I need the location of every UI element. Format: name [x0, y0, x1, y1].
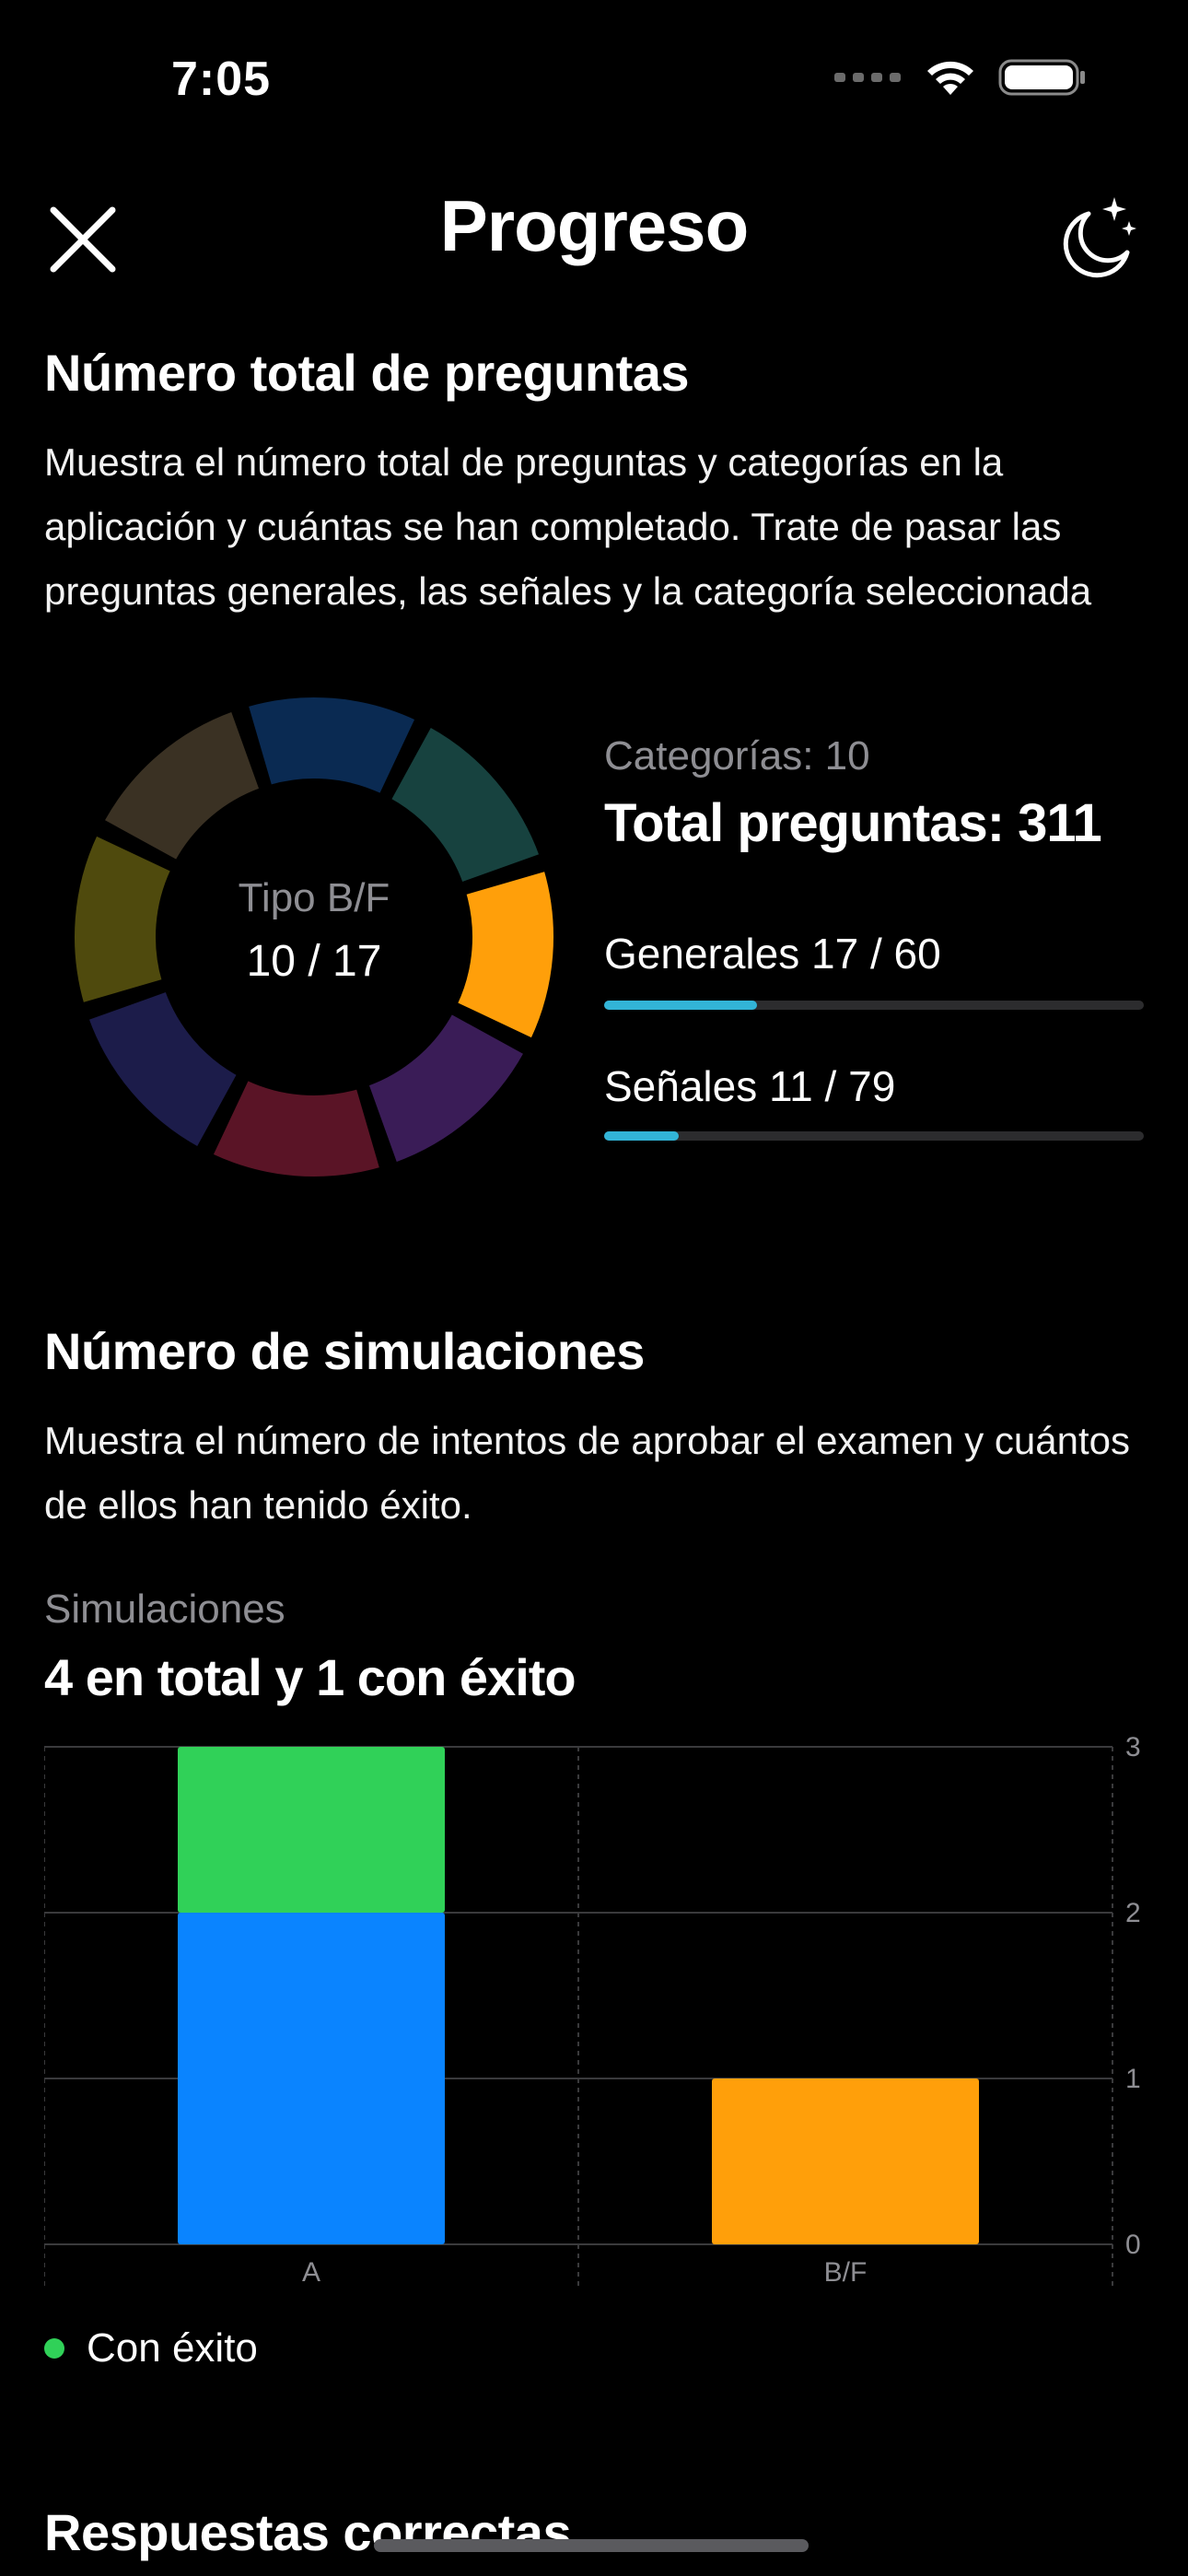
donut-segment	[85, 988, 241, 1151]
y-tick-label: 0	[1125, 2230, 1141, 2260]
donut-segment	[209, 1076, 384, 1180]
progress-fill-general	[604, 1001, 757, 1010]
donut-center-label: Tipo B/F	[238, 875, 390, 920]
donut-segment	[365, 1010, 528, 1166]
x-tick-label: B/F	[824, 2257, 868, 2288]
section-title: Número total de preguntas	[44, 344, 690, 402]
progress-track-signals	[604, 1131, 1144, 1141]
y-tick-label: 3	[1125, 1732, 1141, 1762]
section-title: Número de simulaciones	[44, 1322, 645, 1380]
section-simulations: Número de simulaciones Muestra el número…	[44, 1321, 1159, 1538]
y-tick-label: 2	[1125, 1898, 1141, 1928]
section-description: Muestra el número de intentos de aprobar…	[44, 1419, 1131, 1527]
total-questions: Total preguntas: 311	[604, 793, 1102, 853]
moon-stars-icon	[1063, 197, 1136, 278]
home-indicator[interactable]	[374, 2539, 809, 2552]
progress-label-general: Generales 17 / 60	[604, 930, 941, 978]
simulations-bar-chart: 0 1 2 3 A B/F	[44, 1732, 1141, 2290]
legend-dot-success	[44, 2338, 64, 2359]
donut-segment	[244, 694, 419, 798]
bar-a	[178, 1747, 445, 1913]
section-description: Muestra el número total de preguntas y c…	[44, 440, 1092, 613]
section-title: Respuestas correctas	[44, 2503, 572, 2561]
cellular-signal-icon	[834, 73, 901, 82]
bar-a	[178, 1913, 445, 2244]
donut-segment	[100, 708, 263, 864]
status-icons	[834, 57, 1087, 98]
x-tick-label: A	[302, 2257, 320, 2288]
progress-track-general	[604, 1001, 1144, 1010]
simulations-label: Simulaciones	[44, 1587, 285, 1632]
progress-label-signals: Señales 11 / 79	[604, 1062, 896, 1110]
status-time: 7:05	[171, 53, 272, 106]
donut-center-value: 10 / 17	[246, 937, 382, 986]
wifi-icon	[927, 61, 973, 95]
legend-label: Con éxito	[87, 2325, 258, 2371]
chart-legend: Con éxito	[44, 2325, 258, 2371]
theme-toggle-button[interactable]	[1048, 190, 1140, 282]
y-tick-label: 1	[1125, 2064, 1141, 2094]
donut-segment	[387, 723, 543, 886]
progress-fill-signals	[604, 1131, 680, 1141]
section-total-questions: Número total de preguntas Muestra el núm…	[44, 343, 1149, 624]
simulations-summary: 4 en total y 1 con éxito	[44, 1648, 577, 1706]
page-title: Progreso	[439, 185, 749, 266]
battery-icon	[998, 59, 1085, 96]
categories-count: Categorías: 10	[604, 733, 870, 779]
section-correct-answers: Respuestas correctas	[44, 2502, 572, 2562]
bar-bf	[712, 2078, 979, 2244]
